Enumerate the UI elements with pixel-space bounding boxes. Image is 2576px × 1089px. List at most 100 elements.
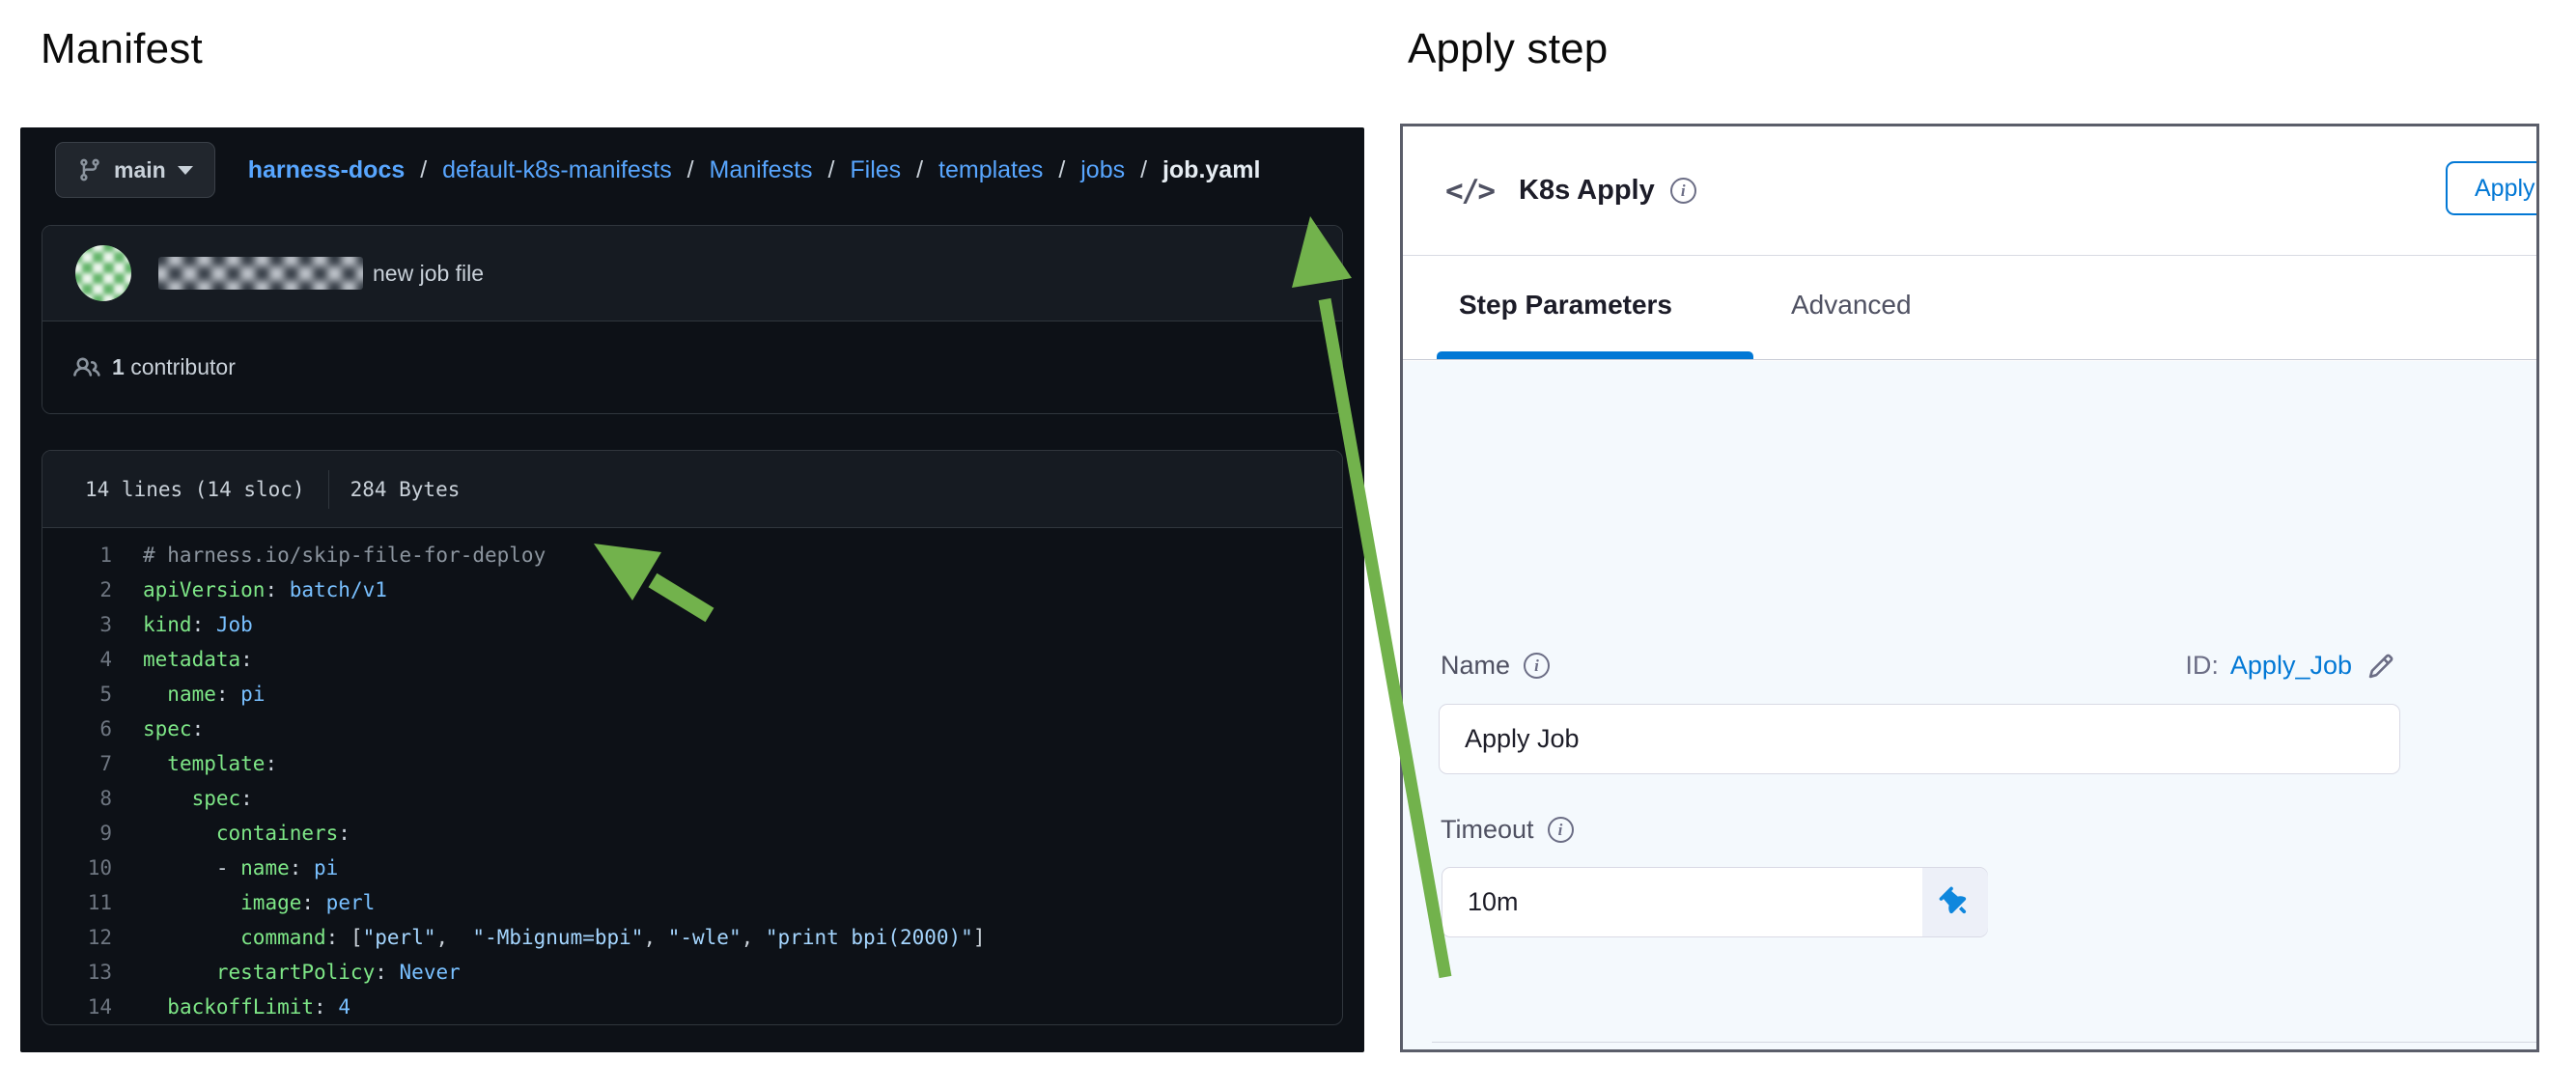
step-info-icon[interactable]: i: [1670, 178, 1696, 204]
code-text: apiVersion: batch/v1: [143, 572, 387, 607]
breadcrumb-separator: /: [813, 156, 851, 183]
line-number[interactable]: 9: [42, 816, 112, 851]
timeout-input[interactable]: [1442, 867, 1988, 937]
breadcrumb-dir-link[interactable]: jobs: [1080, 156, 1125, 183]
breadcrumb-current-file: job.yaml: [1162, 156, 1260, 183]
breadcrumb-separator: /: [901, 156, 938, 183]
name-input[interactable]: [1439, 704, 2400, 774]
commit-message[interactable]: new job file: [373, 261, 484, 287]
breadcrumb-separator: /: [1125, 156, 1162, 183]
section-divider: [1432, 1042, 2536, 1043]
active-tab-underline: [1437, 351, 1753, 359]
name-info-icon[interactable]: i: [1524, 653, 1550, 679]
file-lines-meta: 14 lines (14 sloc): [85, 478, 305, 501]
id-label: ID:: [2185, 651, 2219, 681]
contributor-count: 1: [112, 354, 125, 379]
line-number[interactable]: 10: [42, 851, 112, 885]
contributors-text: 1 contributor: [112, 354, 236, 380]
code-line: 9 containers:: [42, 816, 1342, 851]
breadcrumb-dir-link[interactable]: Manifests: [710, 156, 813, 183]
code-line: 13 restartPolicy: Never: [42, 955, 1342, 990]
code-line: 7 template:: [42, 746, 1342, 781]
timeout-info-icon[interactable]: i: [1548, 817, 1574, 843]
step-parameters-form: Name i ID: Apply_Job Timeout i File Path…: [1403, 361, 2536, 1049]
edit-pencil-icon[interactable]: [2367, 653, 2394, 680]
code-text: - name: pi: [143, 851, 338, 885]
code-text: spec:: [143, 781, 253, 816]
pin-icon: [1935, 881, 1975, 922]
people-icon: [73, 354, 100, 381]
line-number[interactable]: 8: [42, 781, 112, 816]
code-text: # harness.io/skip-file-for-deploy: [143, 538, 546, 572]
name-label-text: Name: [1441, 651, 1510, 681]
code-line: 4 metadata:: [42, 642, 1342, 677]
breadcrumb-dir-link[interactable]: Files: [850, 156, 901, 183]
commit-author-redacted: [158, 257, 363, 290]
code-text: template:: [143, 746, 277, 781]
github-toolbar: main harness-docs / default-k8s-manifest…: [55, 141, 1345, 199]
code-text: name: pi: [143, 677, 265, 712]
code-line: 1 # harness.io/skip-file-for-deploy: [42, 538, 1342, 572]
line-number[interactable]: 14: [42, 990, 112, 1024]
line-number[interactable]: 2: [42, 572, 112, 607]
breadcrumb-separator: /: [1043, 156, 1080, 183]
breadcrumb-separator: /: [672, 156, 710, 183]
name-field-label: Name i: [1441, 651, 1550, 681]
step-header: </> K8s Apply i Apply: [1403, 126, 2536, 256]
screenshot-root: Manifest Apply step main harness-docs / …: [0, 0, 2576, 1089]
line-number[interactable]: 12: [42, 920, 112, 955]
branch-selector-button[interactable]: main: [55, 142, 215, 198]
code-text: restartPolicy: Never: [143, 955, 461, 990]
code-line: 8 spec:: [42, 781, 1342, 816]
file-blob-header: 14 lines (14 sloc) 284 Bytes: [42, 451, 1342, 528]
contributor-label: contributor: [130, 354, 236, 379]
code-line: 11 image: perl: [42, 885, 1342, 920]
line-number[interactable]: 13: [42, 955, 112, 990]
k8s-apply-step-panel: </> K8s Apply i Apply Step Parameters Ad…: [1400, 124, 2539, 1052]
line-number[interactable]: 6: [42, 712, 112, 746]
apply-changes-button[interactable]: Apply: [2446, 161, 2539, 215]
code-line: 10 - name: pi: [42, 851, 1342, 885]
code-text: backoffLimit: 4: [143, 990, 350, 1024]
breadcrumb-repo-link[interactable]: harness-docs: [248, 156, 406, 183]
line-number[interactable]: 5: [42, 677, 112, 712]
github-file-view-panel: main harness-docs / default-k8s-manifest…: [20, 127, 1364, 1052]
file-blob-box: 14 lines (14 sloc) 284 Bytes 1 # harness.…: [42, 450, 1343, 1025]
code-line: 3 kind: Job: [42, 607, 1342, 642]
tab-advanced[interactable]: Advanced: [1791, 290, 1912, 321]
line-number[interactable]: 1: [42, 538, 112, 572]
step-tabs: Step Parameters Advanced: [1403, 257, 2536, 360]
breadcrumb-dir-link[interactable]: default-k8s-manifests: [442, 156, 672, 183]
tab-step-parameters[interactable]: Step Parameters: [1459, 290, 1672, 321]
code-text: containers:: [143, 816, 350, 851]
code-text: image: perl: [143, 885, 375, 920]
timeout-pin-toggle[interactable]: [1922, 868, 1988, 936]
line-number[interactable]: 4: [42, 642, 112, 677]
contributors-row[interactable]: 1 contributor: [42, 321, 1342, 413]
line-number[interactable]: 11: [42, 885, 112, 920]
commit-row: new job file: [42, 226, 1342, 321]
chevron-down-icon: [178, 166, 193, 175]
code-text: metadata:: [143, 642, 253, 677]
code-text: command: ["perl", "-Mbignum=bpi", "-wle"…: [143, 920, 985, 955]
step-id-line: ID: Apply_Job: [2185, 651, 2394, 681]
apply-step-section-title: Apply step: [1408, 25, 1608, 73]
branch-name: main: [114, 157, 166, 183]
id-value-link[interactable]: Apply_Job: [2230, 651, 2352, 681]
manifest-section-title: Manifest: [41, 25, 203, 73]
code-text: kind: Job: [143, 607, 253, 642]
code-line: 6spec:: [42, 712, 1342, 746]
code-step-icon: </>: [1445, 174, 1494, 209]
code-line: 2 apiVersion: batch/v1: [42, 572, 1342, 607]
avatar[interactable]: [75, 245, 131, 301]
meta-divider: [328, 470, 329, 509]
timeout-field-label: Timeout i: [1441, 815, 1574, 845]
code-line: 12 command: ["perl", "-Mbignum=bpi", "-w…: [42, 920, 1342, 955]
git-branch-icon: [77, 157, 102, 182]
file-size-meta: 284 Bytes: [350, 478, 461, 501]
step-title: K8s Apply: [1519, 175, 1655, 207]
line-number[interactable]: 3: [42, 607, 112, 642]
yaml-code-listing: 1 # harness.io/skip-file-for-deploy 2 apiVe…: [42, 528, 1342, 1024]
line-number[interactable]: 7: [42, 746, 112, 781]
breadcrumb-dir-link[interactable]: templates: [938, 156, 1043, 183]
